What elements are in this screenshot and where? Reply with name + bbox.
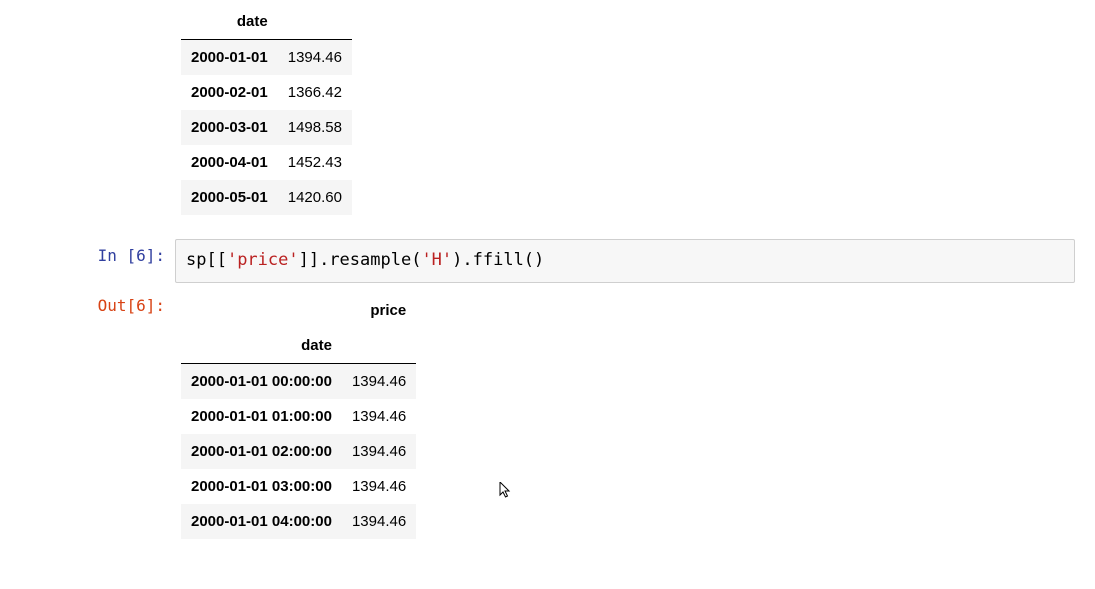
table-row: 2000-01-01 03:00:00 1394.46 <box>181 469 416 504</box>
column-header-blank <box>342 328 416 364</box>
row-value: 1394.46 <box>342 399 416 434</box>
output-area-6: price date 2000-01-01 00:00:00 1394.46 2… <box>175 289 1095 539</box>
row-value: 1394.46 <box>342 434 416 469</box>
index-label: date <box>181 328 342 364</box>
table-row: 2000-05-01 1420.60 <box>181 180 352 215</box>
row-value: 1498.58 <box>278 110 352 145</box>
code-seg: sp[[ <box>186 250 227 270</box>
code-input[interactable]: sp[['price']].resample('H').ffill() <box>175 239 1075 283</box>
table-row: 2000-03-01 1498.58 <box>181 110 352 145</box>
row-index: 2000-02-01 <box>181 75 278 110</box>
table-row: 2000-04-01 1452.43 <box>181 145 352 180</box>
row-index: 2000-05-01 <box>181 180 278 215</box>
row-value: 1394.46 <box>278 40 352 76</box>
output-cell-6: Out[6]: price date 2000-01-01 00:00:00 <box>0 289 1095 539</box>
row-index: 2000-04-01 <box>181 145 278 180</box>
table-row: 2000-01-01 01:00:00 1394.46 <box>181 399 416 434</box>
row-value: 1394.46 <box>342 363 416 399</box>
row-value: 1420.60 <box>278 180 352 215</box>
code-string: 'H' <box>421 250 452 270</box>
dataframe-table: price date 2000-01-01 00:00:00 1394.46 2… <box>181 293 416 539</box>
row-index: 2000-01-01 01:00:00 <box>181 399 342 434</box>
column-header-blank <box>278 4 352 40</box>
row-value: 1394.46 <box>342 504 416 539</box>
column-header: price <box>342 293 416 328</box>
row-value: 1452.43 <box>278 145 352 180</box>
row-index: 2000-03-01 <box>181 110 278 145</box>
row-index: 2000-01-01 <box>181 40 278 76</box>
output-cell-prev: date 2000-01-01 1394.46 2000-02-01 1366.… <box>0 0 1095 215</box>
code-string: 'price' <box>227 250 299 270</box>
table-row: 2000-01-01 02:00:00 1394.46 <box>181 434 416 469</box>
code-seg: ]].resample( <box>299 250 422 270</box>
table-row: 2000-01-01 04:00:00 1394.46 <box>181 504 416 539</box>
table-row: 2000-01-01 00:00:00 1394.46 <box>181 363 416 399</box>
row-index: 2000-01-01 00:00:00 <box>181 363 342 399</box>
input-cell-6: In [6]: sp[['price']].resample('H').ffil… <box>0 239 1095 283</box>
prompt-spacer <box>0 0 175 7</box>
table-row: 2000-01-01 1394.46 <box>181 40 352 76</box>
code-seg: ).ffill() <box>452 250 544 270</box>
input-prompt: In [6]: <box>0 239 175 265</box>
index-col-blank <box>181 293 342 328</box>
table-row: 2000-02-01 1366.42 <box>181 75 352 110</box>
row-value: 1394.46 <box>342 469 416 504</box>
output-area-prev: date 2000-01-01 1394.46 2000-02-01 1366.… <box>175 0 1095 215</box>
row-value: 1366.42 <box>278 75 352 110</box>
row-index: 2000-01-01 04:00:00 <box>181 504 342 539</box>
output-prompt: Out[6]: <box>0 289 175 315</box>
row-index: 2000-01-01 02:00:00 <box>181 434 342 469</box>
dataframe-table-prev: date 2000-01-01 1394.46 2000-02-01 1366.… <box>181 4 352 215</box>
notebook-container: date 2000-01-01 1394.46 2000-02-01 1366.… <box>0 0 1095 539</box>
index-label: date <box>181 4 278 40</box>
row-index: 2000-01-01 03:00:00 <box>181 469 342 504</box>
